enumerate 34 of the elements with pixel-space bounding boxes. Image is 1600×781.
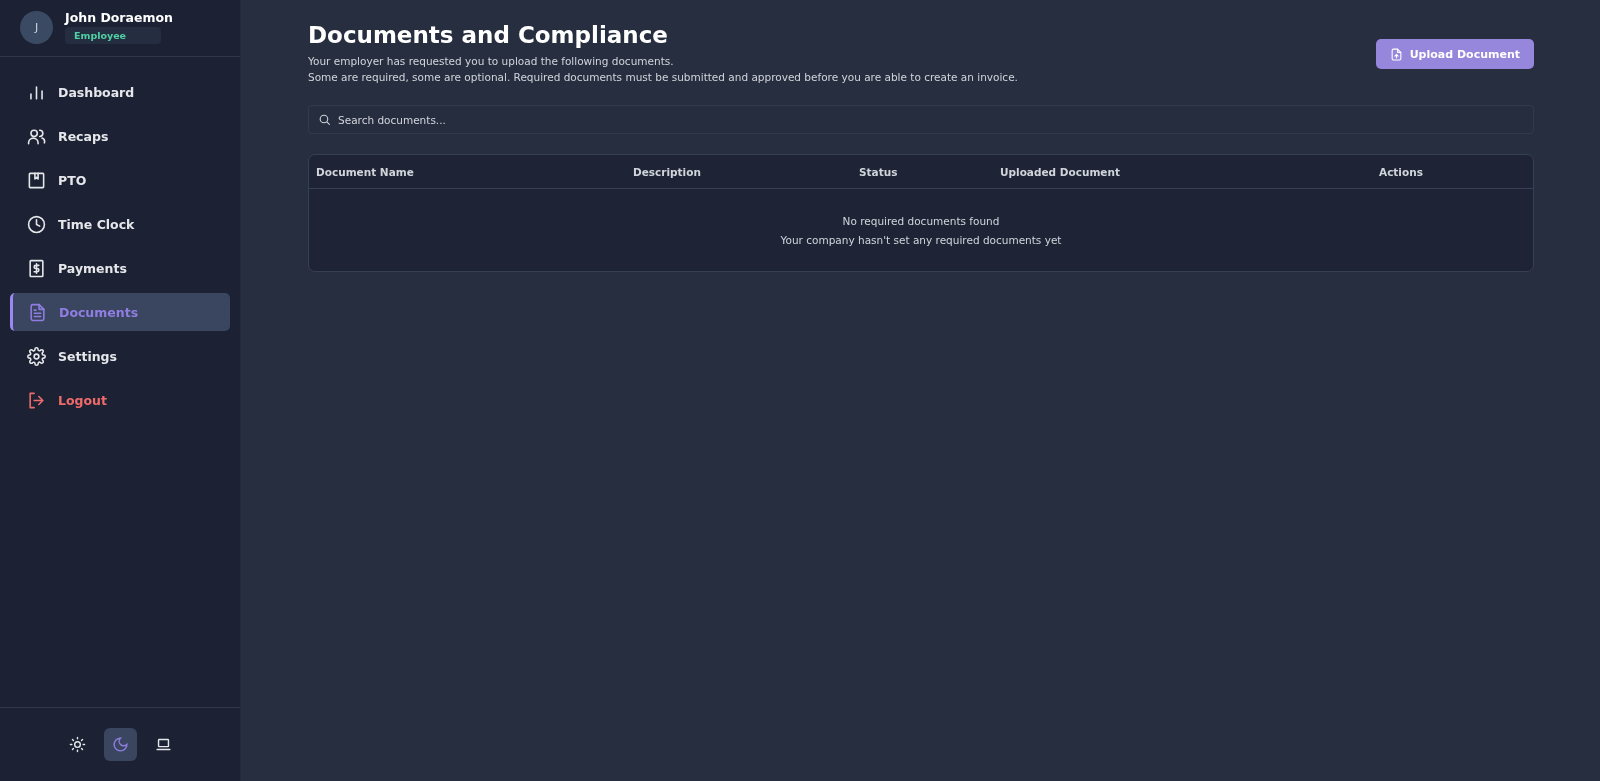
column-header: Description	[633, 165, 702, 178]
column-header: Uploaded Document	[1000, 165, 1121, 178]
page-title: Documents and Compliance	[308, 22, 669, 48]
bookmark-icon	[27, 170, 46, 190]
column-header: Document Name	[316, 165, 415, 178]
search-icon	[318, 113, 331, 126]
nav-item[interactable]: Time Clock	[10, 205, 230, 243]
column-header: Actions	[1379, 165, 1424, 178]
nav-item[interactable]: PTO	[10, 161, 230, 199]
dark-theme-button[interactable]	[103, 728, 137, 761]
user-name: John Doraemon	[65, 10, 173, 25]
empty-message: Your company hasn't set any required documents yet	[780, 234, 1062, 246]
settings-icon	[27, 346, 46, 366]
document-icon	[28, 302, 47, 322]
clock-icon	[27, 214, 46, 234]
moon-icon	[111, 736, 129, 753]
sun-icon	[68, 736, 86, 753]
page-description: Some are required, some are optional. Required documents must be submitted and approved before you are able to create an invoice.	[308, 70, 1018, 85]
search-field[interactable]: Search documents...	[308, 105, 1534, 134]
role-badge: Employee	[65, 27, 161, 44]
page-description: Your employer has requested you to upload the following documents.	[308, 54, 675, 69]
nav-item[interactable]: Payments	[10, 249, 230, 287]
nav-item[interactable]: Settings	[10, 337, 230, 375]
empty-title: No required documents found	[842, 215, 1000, 227]
nav-item[interactable]: Recaps	[10, 117, 230, 155]
nav-item[interactable]: Logout	[10, 381, 230, 419]
users-icon	[27, 126, 46, 146]
logout-icon	[27, 390, 46, 410]
laptop-icon	[154, 736, 172, 753]
dollar-icon	[27, 258, 46, 278]
nav-item[interactable]: Dashboard	[10, 73, 230, 111]
avatar: J	[20, 10, 53, 44]
file-upload-icon	[1389, 47, 1403, 61]
column-header: Status	[859, 165, 899, 178]
